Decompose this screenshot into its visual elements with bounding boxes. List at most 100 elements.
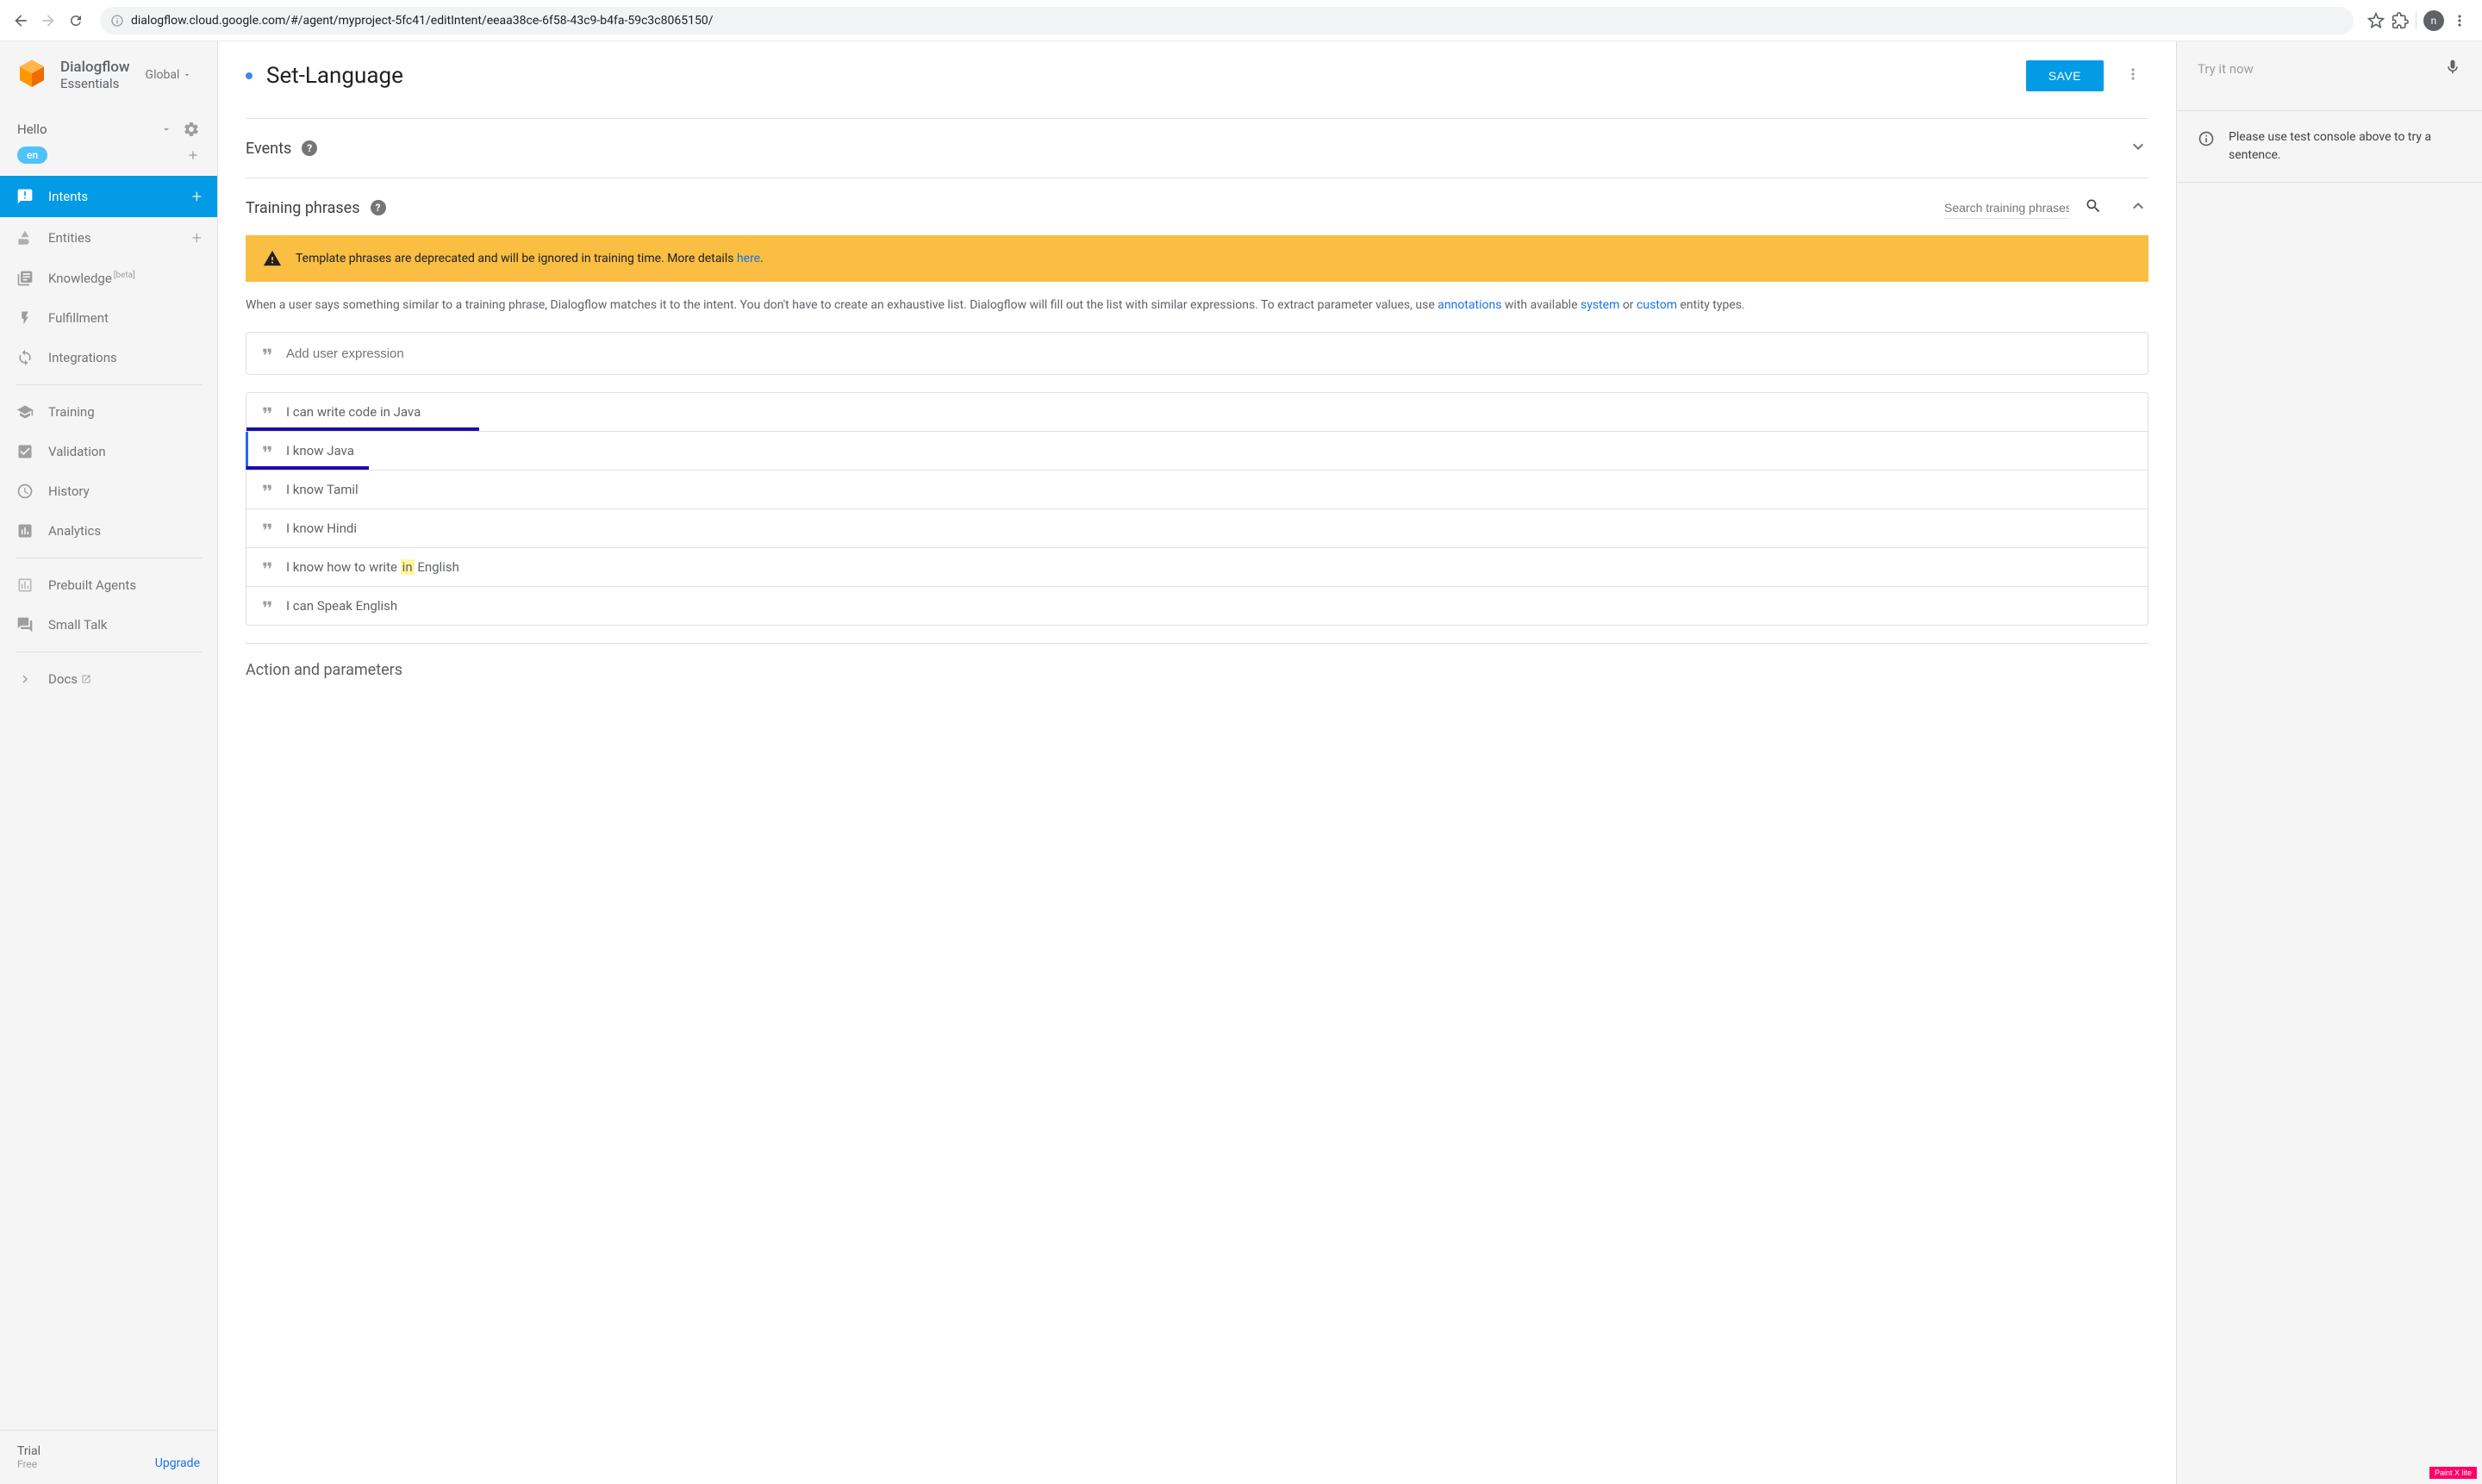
profile-avatar[interactable]: n — [2423, 10, 2444, 31]
intent-header: Set-Language SAVE — [218, 41, 2176, 111]
phrase-item[interactable]: I can Speak English — [246, 587, 2148, 625]
system-link[interactable]: system — [1581, 298, 1619, 312]
try-it-input[interactable]: Try it now — [2198, 61, 2444, 77]
nav-label: Fulfillment — [48, 310, 202, 326]
search-button[interactable] — [2085, 197, 2102, 218]
section-title: Events — [246, 140, 291, 158]
nav-label: Integrations — [48, 350, 202, 365]
region-selector[interactable]: Global — [146, 68, 192, 82]
browser-reload[interactable] — [62, 7, 90, 34]
expand-events[interactable] — [2128, 136, 2148, 160]
nav-fulfillment[interactable]: Fulfillment — [0, 298, 217, 338]
quote-icon — [260, 345, 274, 362]
phrase-item[interactable]: I can write code in Java — [246, 393, 2148, 432]
nav-validation[interactable]: Validation — [0, 432, 217, 471]
external-link-icon — [81, 674, 91, 684]
paintx-badge: Paint X lite — [2429, 1467, 2477, 1479]
nav-smalltalk[interactable]: Small Talk — [0, 605, 217, 645]
collapse-training[interactable] — [2128, 196, 2148, 220]
fulfillment-icon — [16, 309, 34, 327]
browser-chrome: dialogflow.cloud.google.com/#/agent/mypr… — [0, 0, 2482, 41]
prebuilt-icon — [16, 576, 34, 595]
nav-intents[interactable]: Intents + — [0, 176, 217, 217]
nav-entities[interactable]: Entities + — [0, 217, 217, 259]
agent-row: Hello — [0, 109, 217, 141]
chevron-up-icon — [2128, 196, 2148, 216]
help-icon[interactable]: ? — [302, 140, 317, 156]
phrase-text: I know Java — [286, 443, 354, 458]
agent-settings[interactable] — [183, 121, 200, 138]
phrase-item[interactable]: I know Hindi — [246, 509, 2148, 548]
chevron-down-icon — [2128, 136, 2148, 157]
add-entity[interactable]: + — [192, 228, 202, 248]
events-section: Events ? — [246, 118, 2148, 178]
quote-icon — [260, 558, 274, 576]
logo-section: Dialogflow Essentials Global — [0, 41, 217, 109]
add-intent[interactable]: + — [192, 186, 202, 207]
nav-label: Intents — [48, 189, 178, 204]
nav-label: Prebuilt Agents — [48, 577, 202, 593]
warning-link[interactable]: here — [737, 252, 760, 265]
region-label: Global — [146, 68, 180, 82]
quote-icon — [260, 481, 274, 498]
phrase-text: I can Speak English — [286, 598, 397, 614]
phrase-item[interactable]: I know Java — [246, 432, 2148, 471]
mic-button[interactable] — [2444, 59, 2461, 79]
reload-icon — [68, 13, 84, 28]
nav-label: Training — [48, 404, 202, 420]
agent-name[interactable]: Hello — [17, 122, 47, 137]
validation-icon — [16, 442, 34, 461]
nav-prebuilt[interactable]: Prebuilt Agents — [0, 565, 217, 605]
nav-training[interactable]: Training — [0, 392, 217, 432]
browser-back[interactable] — [7, 7, 34, 34]
active-edge — [246, 432, 248, 470]
nav-docs[interactable]: Docs — [0, 659, 217, 699]
help-icon[interactable]: ? — [371, 200, 386, 215]
intent-title[interactable]: Set-Language — [266, 63, 2012, 89]
nav-knowledge[interactable]: Knowledge[beta] — [0, 259, 217, 298]
nav-analytics[interactable]: Analytics — [0, 511, 217, 551]
knowledge-icon — [16, 269, 34, 288]
custom-link[interactable]: custom — [1637, 298, 1677, 312]
more-vert-icon — [2124, 65, 2142, 83]
agent-dropdown[interactable] — [160, 123, 172, 135]
nav-integrations[interactable]: Integrations — [0, 338, 217, 377]
save-button[interactable]: SAVE — [2026, 60, 2104, 91]
warning-text: Template phrases are deprecated and will… — [296, 252, 764, 265]
search-icon — [2085, 197, 2102, 215]
arrow-right-icon — [40, 12, 57, 29]
phrase-item[interactable]: I know Tamil — [246, 471, 2148, 509]
history-icon — [16, 482, 34, 501]
url-text: dialogflow.cloud.google.com/#/agent/mypr… — [131, 14, 713, 28]
phrase-item[interactable]: I know how to write in English — [246, 548, 2148, 587]
section-title: Training phrases — [246, 199, 360, 217]
url-bar[interactable]: dialogflow.cloud.google.com/#/agent/mypr… — [100, 7, 2354, 34]
add-expression-input[interactable] — [286, 346, 2134, 361]
add-lang[interactable] — [186, 148, 200, 162]
quote-icon — [260, 520, 274, 537]
extensions-icon[interactable] — [2392, 12, 2409, 29]
training-icon — [16, 402, 34, 421]
phrase-text: I know Hindi — [286, 521, 357, 536]
logo-subtitle: Essentials — [60, 76, 130, 91]
entities-icon — [16, 228, 34, 247]
nav-label: Knowledge[beta] — [48, 271, 202, 286]
upgrade-link[interactable]: Upgrade — [155, 1456, 200, 1470]
lang-badge[interactable]: en — [17, 147, 47, 164]
content: Set-Language SAVE Events ? — [218, 41, 2177, 1484]
quote-icon — [260, 597, 274, 614]
chrome-menu-icon[interactable] — [2451, 12, 2468, 29]
nav-history[interactable]: History — [0, 471, 217, 511]
nav-label: Validation — [48, 444, 202, 459]
entity-highlight[interactable]: in — [401, 559, 415, 575]
star-icon[interactable] — [2367, 12, 2385, 29]
add-expression[interactable] — [246, 332, 2148, 375]
search-phrases-input[interactable] — [1944, 197, 2069, 219]
intent-menu[interactable] — [2117, 59, 2148, 93]
phrase-text: I know Tamil — [286, 482, 359, 497]
info-icon — [2198, 130, 2215, 147]
trial-plan: Free — [17, 1458, 41, 1470]
browser-forward[interactable] — [34, 7, 62, 34]
annotations-link[interactable]: annotations — [1437, 298, 1501, 312]
phrases-list: I can write code in Java I know Java I kno… — [246, 392, 2148, 626]
